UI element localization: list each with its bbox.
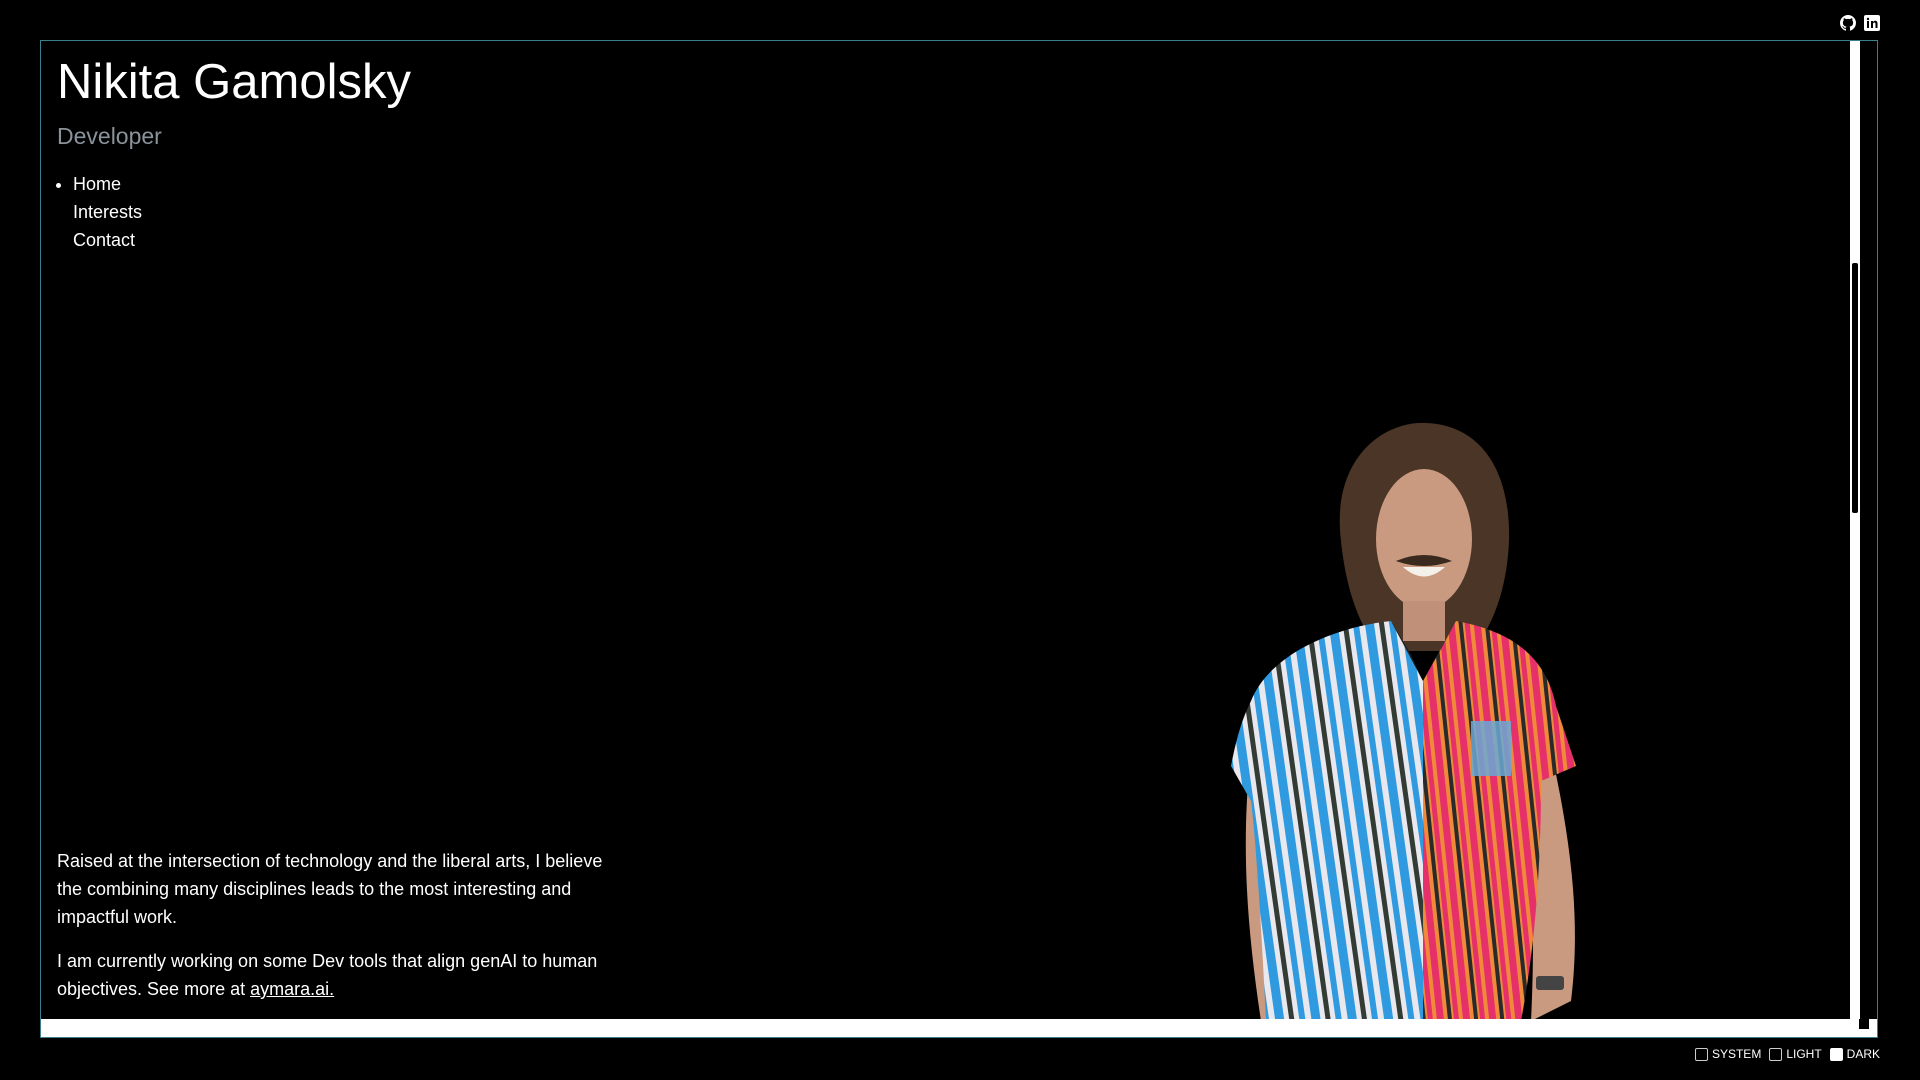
nav-item-home: Home — [73, 170, 142, 198]
page-title: Nikita Gamolsky — [57, 55, 411, 109]
bio-paragraph-2: I am currently working on some Dev tools… — [57, 947, 617, 1003]
page-subtitle: Developer — [57, 123, 162, 149]
portrait-photo — [1231, 422, 1576, 1019]
theme-switcher: SYSTEM LIGHT DARK — [1694, 1047, 1880, 1061]
linkedin-icon[interactable] — [1864, 15, 1880, 31]
theme-checkbox-light[interactable] — [1769, 1047, 1783, 1061]
scroll-content: Nikita Gamolsky Developer Home Interests… — [41, 41, 1869, 1019]
horizontal-scrollbar[interactable] — [41, 1019, 1877, 1037]
nav-item-interests: Interests — [73, 198, 142, 226]
bio-section: Raised at the intersection of technology… — [57, 847, 617, 1019]
nav-link-home[interactable]: Home — [73, 174, 121, 194]
vertical-scrollbar[interactable] — [1850, 41, 1860, 1019]
theme-label-system: SYSTEM — [1711, 1047, 1762, 1061]
bio-paragraph-1: Raised at the intersection of technology… — [57, 851, 603, 927]
main-frame: Nikita Gamolsky Developer Home Interests… — [40, 40, 1878, 1038]
scrollbar-thumb[interactable] — [1852, 263, 1858, 513]
nav-link-interests[interactable]: Interests — [73, 202, 142, 222]
nav-item-contact: Contact — [73, 226, 142, 254]
scrollbar-corner — [1859, 1019, 1869, 1029]
nav-link-contact[interactable]: Contact — [73, 230, 135, 250]
theme-option-system[interactable]: SYSTEM — [1694, 1047, 1762, 1061]
theme-label-light: LIGHT — [1786, 1047, 1822, 1061]
social-links — [1840, 15, 1880, 31]
theme-checkbox-dark[interactable] — [1829, 1047, 1843, 1061]
theme-option-light[interactable]: LIGHT — [1769, 1047, 1822, 1061]
theme-label-dark: DARK — [1846, 1047, 1880, 1061]
aymara-link[interactable]: aymara.ai. — [250, 979, 334, 999]
main-nav: Home Interests Contact — [57, 170, 142, 254]
top-bar — [0, 0, 1920, 40]
theme-checkbox-system[interactable] — [1694, 1047, 1708, 1061]
theme-option-dark[interactable]: DARK — [1829, 1047, 1880, 1061]
github-icon[interactable] — [1840, 15, 1856, 31]
